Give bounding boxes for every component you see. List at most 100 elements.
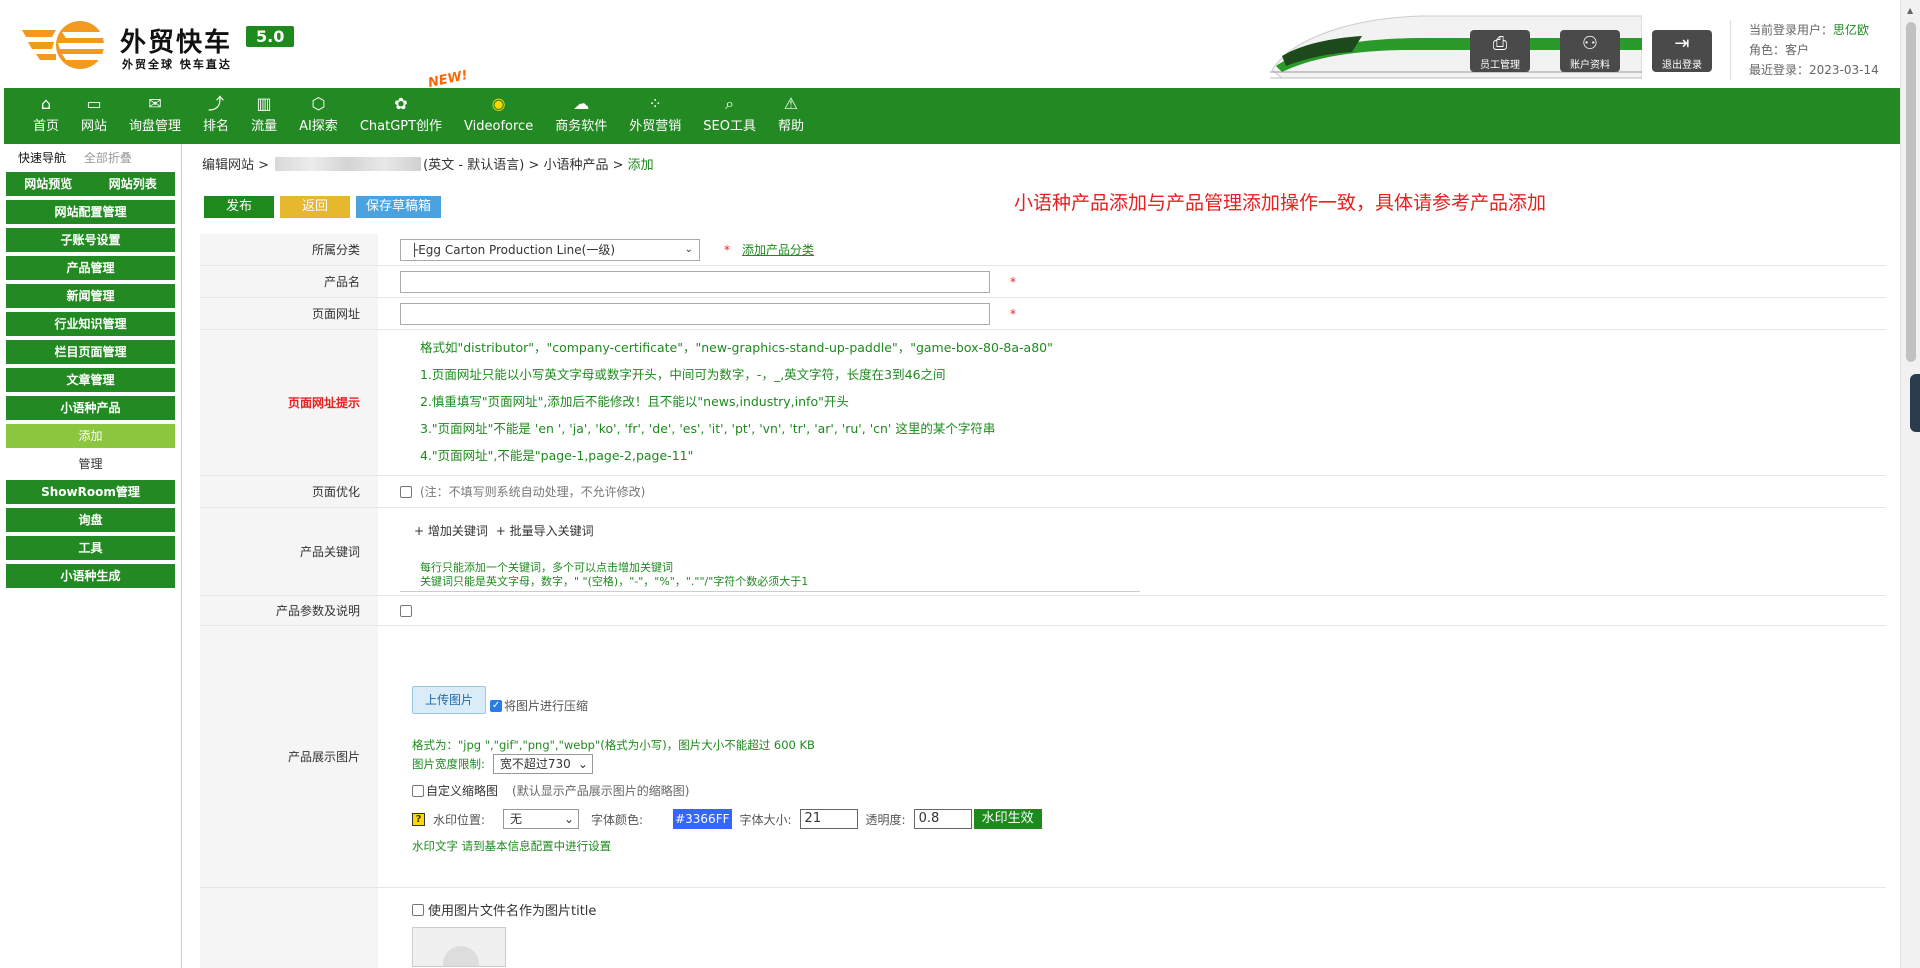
user-role: 角色：客户 bbox=[1749, 43, 1810, 57]
last-login: 最近登录：2023-03-14 bbox=[1749, 63, 1879, 77]
breadcrumb-section[interactable]: 小语种产品 > bbox=[543, 158, 623, 173]
sidebar-item-products[interactable]: 产品管理 bbox=[6, 256, 175, 280]
product-name-input[interactable] bbox=[400, 270, 990, 293]
seo-row: 页面优化 (注：不填写则系统自动处理，不允许修改) bbox=[200, 476, 1886, 508]
nav-seo[interactable]: ⌕ SEO工具 bbox=[692, 88, 767, 144]
watermark-apply-button[interactable]: 水印生效 bbox=[973, 809, 1042, 829]
chevron-down-icon: ⌄ bbox=[684, 243, 693, 255]
upload-image-button[interactable]: 上传图片 bbox=[412, 686, 487, 714]
nav-help[interactable]: ⚠ 帮助 bbox=[767, 88, 815, 144]
sidebar-item-minor-language-products[interactable]: 小语种产品 bbox=[6, 396, 175, 420]
sidebar: 快速导航 全部折叠 网站预览 网站列表 网站配置管理 子账号设置 产品管理 新闻… bbox=[0, 144, 182, 968]
sidebar-subitem-manage[interactable]: 管理 bbox=[6, 452, 175, 476]
breadcrumb-current: 添加 bbox=[627, 158, 654, 173]
nav-ai[interactable]: ⬡ AI探索 bbox=[288, 88, 349, 144]
software-icon: ☁ bbox=[573, 94, 590, 113]
nav-label: 帮助 bbox=[777, 119, 804, 134]
scroll-up-icon[interactable]: ▲ bbox=[1907, 6, 1913, 15]
sidebar-subitem-add[interactable]: 添加 bbox=[6, 424, 175, 448]
seo-field: (注：不填写则系统自动处理，不允许修改) bbox=[378, 476, 1886, 507]
width-limit-select[interactable]: 宽不超过730 ⌄ bbox=[492, 754, 593, 774]
compress-checkbox[interactable]: ✓ bbox=[490, 700, 503, 712]
main-content: 编辑网站 > (英文 - 默认语言) > 小语种产品 > 添加 发布 返回 保存… bbox=[200, 144, 1886, 968]
font-color-swatch[interactable]: #3366FF bbox=[673, 809, 732, 829]
sidebar-item-minor-language-generate[interactable]: 小语种生成 bbox=[6, 564, 175, 588]
image-title-row: 使用图片文件名作为图片title bbox=[200, 888, 1886, 968]
sidebar-item-site-preview[interactable]: 网站预览 bbox=[6, 172, 91, 196]
sidebar-item-site-config[interactable]: 网站配置管理 bbox=[6, 200, 175, 224]
side-floating-widget[interactable] bbox=[1910, 374, 1920, 432]
account-info-button[interactable]: ⚇ 账户资料 bbox=[1560, 30, 1620, 72]
home-icon: ⌂ bbox=[40, 94, 52, 113]
url-hint-line: 4."页面网址",不能是"page-1,page-2,page-11" bbox=[420, 448, 694, 463]
keyword-hint: 每行只能添加一个关键词，多个可以点击增加关键词 bbox=[420, 561, 673, 574]
nav-chatgpt[interactable]: ✿ ChatGPT创作 bbox=[349, 88, 453, 144]
logo[interactable]: 外贸快车 外贸全球 快车直达 5.0 bbox=[22, 14, 322, 76]
sidebar-item-news[interactable]: 新闻管理 bbox=[6, 284, 175, 308]
images-field: 上传图片 ✓ 将图片进行压缩 格式为："jpg ","gif","png","w… bbox=[378, 626, 1886, 887]
nav-videoforce[interactable]: ◉ Videoforce bbox=[453, 88, 544, 144]
params-checkbox[interactable] bbox=[400, 604, 412, 617]
nav-label: 外贸营销 bbox=[629, 119, 682, 134]
add-keyword-button[interactable]: + 增加关键词 bbox=[414, 524, 488, 538]
watermark-position-value: 无 bbox=[510, 812, 523, 826]
url-hint-line: 3."页面网址"不能是 'en ', 'ja', 'ko', 'fr', 'de… bbox=[420, 421, 996, 436]
breadcrumb-site-suffix[interactable]: (英文 - 默认语言) > bbox=[423, 158, 539, 173]
save-draft-button[interactable]: 保存草稿箱 bbox=[356, 196, 442, 218]
nav-label: SEO工具 bbox=[703, 119, 756, 134]
sidebar-item-showroom[interactable]: ShowRoom管理 bbox=[6, 480, 175, 504]
user-name[interactable]: 思亿欧 bbox=[1833, 23, 1869, 37]
seo-note: (注：不填写则系统自动处理，不允许修改) bbox=[420, 485, 646, 499]
vertical-scrollbar[interactable]: ▲ bbox=[1900, 0, 1920, 968]
staff-management-button[interactable]: ⎙ 员工管理 bbox=[1470, 30, 1530, 72]
custom-thumb-checkbox[interactable] bbox=[412, 784, 424, 797]
nav-traffic[interactable]: ▥ 流量 bbox=[240, 88, 288, 144]
seo-checkbox[interactable] bbox=[400, 485, 412, 498]
image-placeholder-thumbnail[interactable] bbox=[412, 927, 506, 967]
account-info-label: 账户资料 bbox=[1570, 60, 1610, 71]
sidebar-item-column-pages[interactable]: 栏目页面管理 bbox=[6, 340, 175, 364]
watermark-position-select[interactable]: 无 ⌄ bbox=[503, 809, 580, 829]
opacity-input[interactable]: 0.8 bbox=[913, 809, 972, 829]
nav-marketing[interactable]: ⁘ 外贸营销 bbox=[618, 88, 692, 144]
chatgpt-icon: ✿ bbox=[394, 94, 408, 113]
sidebar-item-knowledge[interactable]: 行业知识管理 bbox=[6, 312, 175, 336]
logo-subtitle: 外贸全球 快车直达 bbox=[122, 58, 232, 71]
watermark-position-label: 水印位置: bbox=[433, 812, 486, 827]
filename-title-checkbox[interactable] bbox=[412, 903, 424, 916]
logout-button[interactable]: ⇥ 退出登录 bbox=[1652, 30, 1712, 72]
nav-inquiry[interactable]: ✉ 询盘管理 bbox=[118, 88, 192, 144]
nav-label: 排名 bbox=[203, 119, 230, 134]
ranking-icon: ⤴ bbox=[208, 94, 225, 113]
width-limit-value: 宽不超过730 bbox=[499, 757, 571, 771]
url-hint-line: 1.页面网址只能以小写英文字母或数字开头，中间可为数字，-，_,英文字符，长度在… bbox=[420, 367, 946, 382]
collapse-all-link[interactable]: 全部折叠 bbox=[84, 151, 132, 165]
format-hint: 格式为："jpg ","gif","png","webp"(格式为小写)，图片大… bbox=[412, 738, 815, 752]
sidebar-item-inquiry[interactable]: 询盘 bbox=[6, 508, 175, 532]
sidebar-item-site-list[interactable]: 网站列表 bbox=[91, 172, 176, 196]
logo-title: 外贸快车 bbox=[120, 28, 233, 58]
nav-label: AI探索 bbox=[299, 119, 338, 134]
nav-home[interactable]: ⌂ 首页 bbox=[22, 88, 70, 144]
category-row: 所属分类 ├Egg Carton Production Line(一级) ⌄ *… bbox=[200, 234, 1886, 266]
back-button[interactable]: 返回 bbox=[280, 196, 350, 218]
add-category-link[interactable]: 添加产品分类 bbox=[742, 241, 814, 258]
page-url-field: * bbox=[378, 298, 1886, 329]
font-size-input[interactable]: 21 bbox=[799, 809, 858, 829]
batch-import-keywords-button[interactable]: + 批量导入关键词 bbox=[496, 524, 594, 538]
nav-software[interactable]: ☁ 商务软件 bbox=[544, 88, 618, 144]
sidebar-item-tools[interactable]: 工具 bbox=[6, 536, 175, 560]
nav-ranking[interactable]: ⤴ 排名 bbox=[192, 88, 240, 144]
help-question-icon[interactable]: ? bbox=[412, 812, 425, 826]
sidebar-item-sub-account[interactable]: 子账号设置 bbox=[6, 228, 175, 252]
publish-button[interactable]: 发布 bbox=[204, 196, 274, 218]
nav-label: ChatGPT创作 bbox=[359, 119, 443, 134]
category-select[interactable]: ├Egg Carton Production Line(一级) ⌄ bbox=[400, 238, 700, 261]
ai-icon: ⬡ bbox=[311, 94, 326, 113]
page-url-input[interactable] bbox=[400, 302, 990, 325]
nav-website[interactable]: ▭ 网站 bbox=[70, 88, 118, 144]
user-info: 当前登录用户：思亿欧 角色：客户 最近登录：2023-03-14 bbox=[1730, 20, 1900, 80]
scrollbar-thumb[interactable] bbox=[1906, 22, 1916, 362]
breadcrumb-edit-site[interactable]: 编辑网站 > bbox=[202, 158, 269, 173]
sidebar-item-articles[interactable]: 文章管理 bbox=[6, 368, 175, 392]
